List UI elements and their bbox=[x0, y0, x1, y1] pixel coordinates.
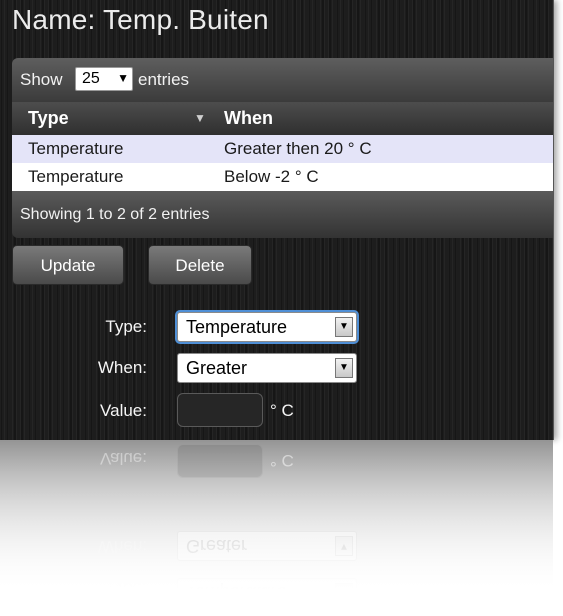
type-label: Type: bbox=[105, 317, 147, 336]
show-label: Show bbox=[20, 70, 63, 89]
table-header: Type ▼ When bbox=[12, 102, 553, 135]
cell-type: Temperature bbox=[28, 139, 124, 158]
entries-table: Show 25 ▼ entries Type ▼ When Temperatur… bbox=[12, 58, 553, 238]
cell-type: Temperature bbox=[28, 167, 124, 186]
page-size-select[interactable]: 25 ▼ bbox=[75, 67, 133, 91]
table-info: Showing 1 to 2 of 2 entries bbox=[20, 206, 210, 223]
when-label: When: bbox=[97, 358, 147, 377]
delete-button[interactable]: Delete bbox=[148, 245, 252, 285]
chevron-down-icon[interactable]: ▼ bbox=[335, 358, 353, 378]
entries-label: entries bbox=[138, 70, 190, 89]
chevron-down-icon[interactable]: ▼ bbox=[335, 317, 353, 337]
when-select-value: Greater bbox=[186, 358, 248, 378]
when-select[interactable]: Greater ▼ bbox=[177, 353, 357, 383]
type-select[interactable]: Temperature ▼ bbox=[177, 312, 357, 342]
table-row[interactable]: Temperature Below -2 ° C bbox=[12, 163, 553, 191]
main-panel: Name: Temp. Buiten Show 25 ▼ entries Typ… bbox=[0, 0, 554, 440]
page-size-value: 25 bbox=[82, 70, 100, 87]
table-footer: Showing 1 to 2 of 2 entries bbox=[12, 191, 553, 238]
cell-when: Below -2 ° C bbox=[224, 167, 319, 186]
unit-label: ° C bbox=[270, 401, 294, 420]
value-input[interactable] bbox=[177, 393, 263, 427]
column-header-when[interactable]: When bbox=[224, 108, 273, 129]
update-button[interactable]: Update bbox=[12, 245, 124, 285]
type-select-value: Temperature bbox=[186, 317, 288, 337]
cell-when: Greater then 20 ° C bbox=[224, 139, 372, 158]
table-row[interactable]: Temperature Greater then 20 ° C bbox=[12, 135, 553, 163]
table-toolbar: Show 25 ▼ entries bbox=[12, 58, 553, 102]
column-header-type[interactable]: Type bbox=[28, 108, 69, 129]
sort-desc-icon[interactable]: ▼ bbox=[194, 111, 206, 125]
chevron-down-icon: ▼ bbox=[117, 71, 129, 85]
reflection-fade bbox=[0, 440, 553, 616]
value-label: Value: bbox=[100, 401, 147, 420]
page-title: Name: Temp. Buiten bbox=[12, 4, 269, 35]
mirror-reflection: Type: Temperature ▼ When: Greater ▼ Valu… bbox=[0, 440, 553, 616]
